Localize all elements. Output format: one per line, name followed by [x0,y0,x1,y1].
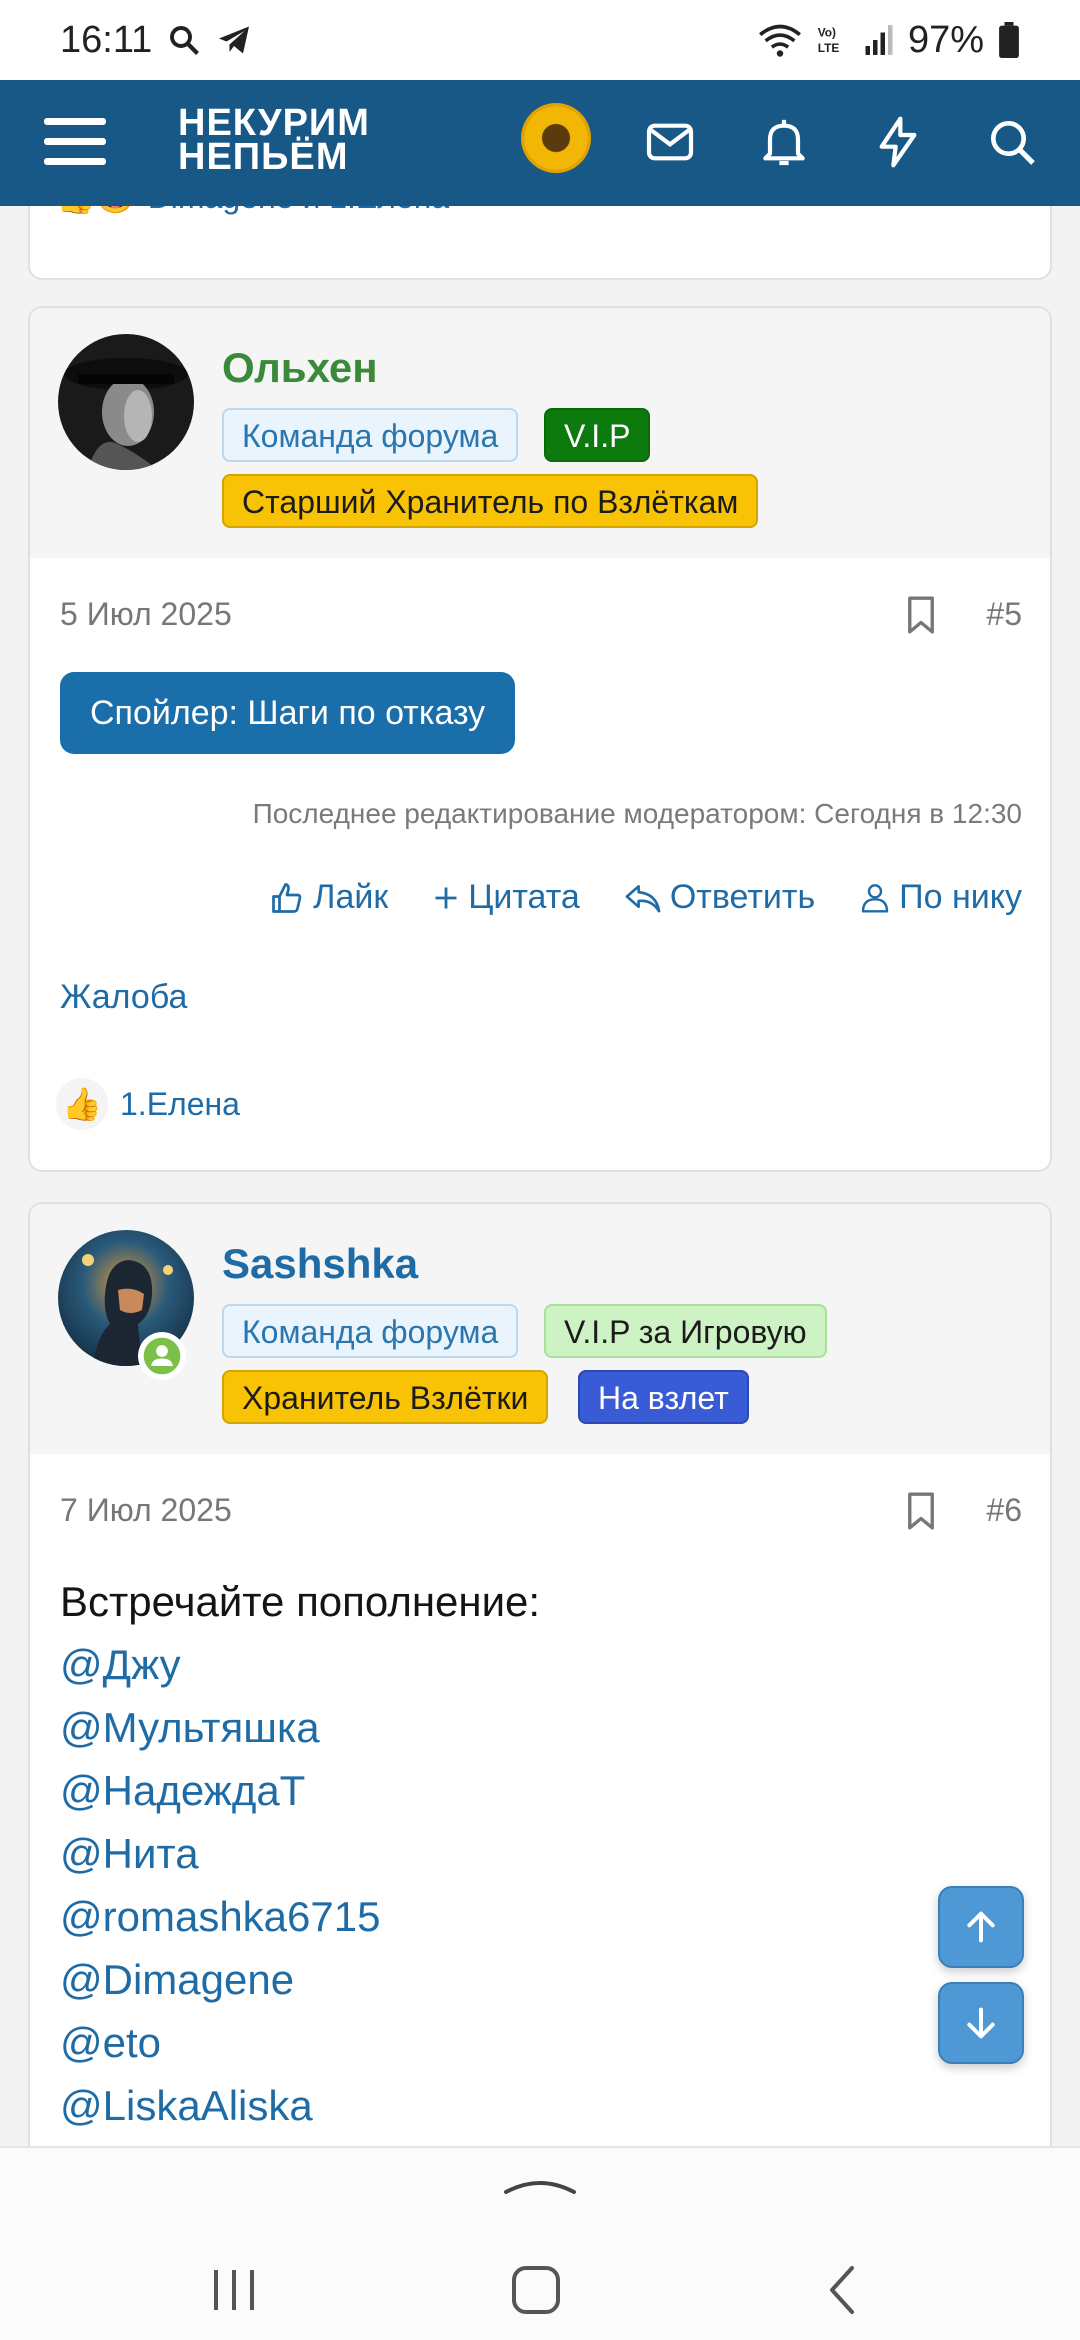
badge-takeoff: На взлет [578,1370,749,1424]
home-icon[interactable] [510,2264,562,2316]
quote-button[interactable]: Цитата [432,878,580,917]
battery-percent: 97% [907,18,984,61]
reply-label: Ответить [669,878,816,916]
mention-link[interactable]: @LiskaAliska [60,2074,540,2137]
reply-button[interactable]: Ответить [624,878,815,917]
username[interactable]: Ольхен [222,344,378,392]
svg-text:LTE: LTE [818,41,840,55]
like-label: Лайк [313,878,389,916]
logo-line2: НЕПЬЁМ [178,136,349,178]
thumbs-up-icon [272,882,302,913]
mention-link[interactable]: @Джу [60,1633,540,1696]
post-body: Встречайте пополнение: @Джу @Мультяшка @… [60,1570,540,2137]
previous-reactions-text: Dimagene и 1.Елена [148,206,449,216]
report-link[interactable]: Жалоба [60,978,187,1017]
online-status-icon [138,1332,186,1380]
bell-icon[interactable] [756,114,812,170]
user-avatar-sunflower[interactable] [524,106,588,170]
status-bar: 16:11 Vo) LTE 97% [0,0,1080,80]
post-date[interactable]: 7 Июл 2025 [60,1492,232,1529]
edited-note: Последнее редактирование модератором: Се… [252,798,1022,829]
app-header: НЕКУРИМ НЕПЬЁМ [0,80,1080,206]
bookmark-icon[interactable] [906,1492,936,1530]
expand-chevron-icon[interactable] [500,2170,580,2200]
badge-team: Команда форума [222,408,519,462]
arrow-up-icon [967,1911,995,1943]
thread-content: 👍😄 Dimagene и 1.Елена Ольхен Команда фор… [0,206,1080,2146]
battery-icon [999,22,1019,58]
reactions-text: 1.Елена [120,1085,240,1122]
mention-label: По нику [899,878,1022,916]
signal-icon [865,25,893,55]
logo-line1: НЕКУРИМ [178,102,370,144]
mention-link[interactable]: @Нита [60,1822,540,1885]
plus-icon [435,887,457,908]
search-status-icon [170,26,200,55]
badge-rank: Хранитель Взлётки [222,1370,549,1424]
mention-link[interactable]: @НадеждаТ [60,1759,540,1822]
username[interactable]: Sashshka [222,1240,418,1288]
post-author-block: Ольхен Команда форума V.I.P Старший Хран… [30,308,1050,558]
reply-icon [625,884,661,912]
arrow-down-icon [967,2007,995,2039]
menu-icon[interactable] [44,116,106,168]
mention-link[interactable]: @romashka6715 [60,1885,540,1948]
search-icon[interactable] [984,114,1040,170]
post-intro: Встречайте пополнение: [60,1578,541,1625]
user-icon [861,883,889,913]
scroll-up-button[interactable] [938,1886,1024,1968]
mention-button[interactable]: По нику [859,878,1022,917]
like-emoji-icon: 👍 [56,1078,108,1130]
back-icon[interactable] [822,2264,862,2316]
post-card-5: Ольхен Команда форума V.I.P Старший Хран… [28,306,1052,1172]
like-button[interactable]: Лайк [269,878,388,917]
badge-team: Команда форума [222,1304,519,1358]
spoiler-button[interactable]: Спойлер: Шаги по отказу [60,672,516,754]
scroll-down-button[interactable] [938,1982,1024,2064]
badge-rank: Старший Хранитель по Взлёткам [222,474,759,528]
badge-vip: V.I.P [544,408,651,462]
recent-apps-icon[interactable] [210,2266,258,2314]
mention-link[interactable]: @Dimagene [60,1948,540,2011]
previous-post-card: 👍😄 Dimagene и 1.Елена [28,206,1052,280]
mention-link[interactable]: @eto [60,2011,540,2074]
volte-icon: Vo)LTE [818,26,840,55]
lightning-icon[interactable] [870,114,926,170]
post-author-block: Sashshka Команда форума V.I.P за Игровую… [30,1204,1050,1454]
post-actions: Лайк Цитата Ответить По нику [269,878,1022,917]
bookmark-icon[interactable] [906,596,936,634]
system-navigation-bar [0,2146,1080,2340]
post-reactions[interactable]: 👍 1.Елена [56,1078,240,1130]
wifi-icon [758,24,801,57]
post-number[interactable]: #5 [986,596,1022,633]
svg-text:Vo): Vo) [818,26,836,40]
quote-label: Цитата [468,878,580,916]
site-logo[interactable]: НЕКУРИМ НЕПЬЁМ [178,102,370,178]
post-date[interactable]: 5 Июл 2025 [60,596,232,633]
mention-link[interactable]: @Мультяшка [60,1696,540,1759]
avatar[interactable] [58,334,194,470]
post-number[interactable]: #6 [986,1492,1022,1529]
badge-vip: V.I.P за Игровую [544,1304,827,1358]
previous-reactions[interactable]: 👍😄 Dimagene и 1.Елена [56,206,449,216]
mail-icon[interactable] [642,114,698,170]
like-emoji-icon: 👍😄 [56,206,136,216]
telegram-icon [219,26,250,54]
status-time: 16:11 [60,18,153,61]
